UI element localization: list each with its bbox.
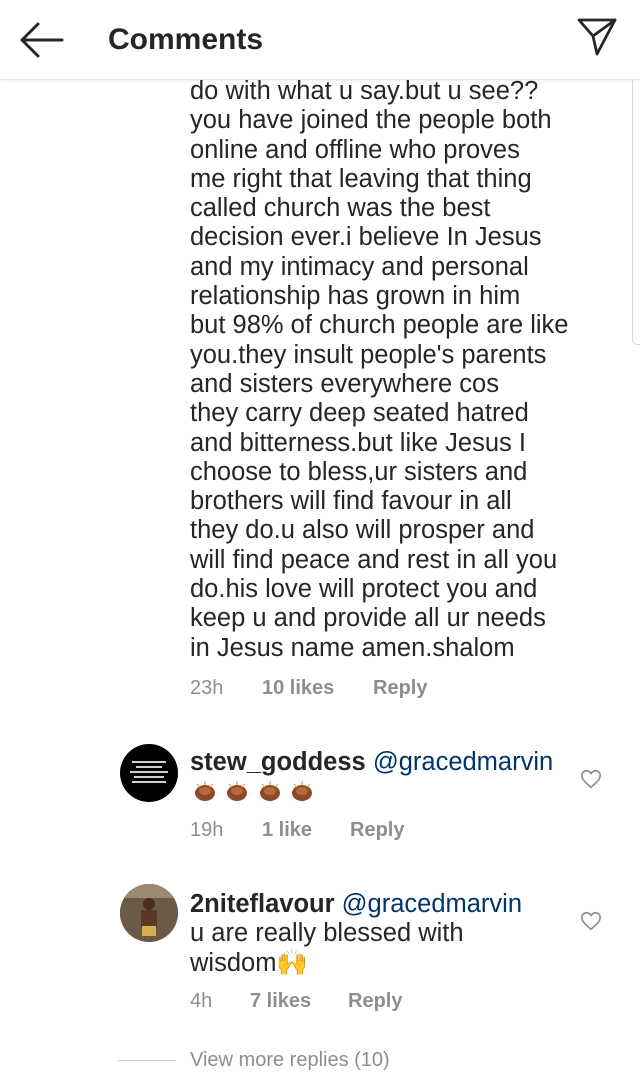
comment-line: brothers will find favour in all bbox=[190, 487, 512, 516]
comment-time: 19h bbox=[190, 819, 224, 841]
comment-line: keep u and provide all ur needs bbox=[190, 604, 546, 633]
praying-hands-icon bbox=[195, 781, 215, 801]
comment-line: they carry deep seated hatred bbox=[190, 399, 529, 428]
comment-line: wisdom🙌 bbox=[190, 948, 309, 977]
comment-line: online and offline who proves bbox=[190, 135, 520, 164]
praying-hands-icon bbox=[259, 781, 280, 801]
reply-button[interactable]: Reply bbox=[373, 677, 427, 700]
comment-line: do.his love will protect you and bbox=[190, 575, 538, 604]
heart-icon bbox=[581, 769, 601, 789]
avatar[interactable] bbox=[120, 744, 178, 802]
praying-hands-emoji-row bbox=[192, 778, 317, 806]
comment-time: 4h bbox=[190, 990, 213, 1012]
comment-time: 23h bbox=[190, 677, 224, 699]
avatar-image bbox=[120, 884, 178, 942]
comment-line: decision ever.i believe In Jesus bbox=[190, 223, 542, 252]
comment-username[interactable]: stew_goddess bbox=[190, 748, 366, 776]
comment-line: u are really blessed with bbox=[190, 919, 464, 948]
page-title: Comments bbox=[108, 23, 264, 56]
like-button[interactable] bbox=[580, 910, 602, 932]
comment-line: in Jesus name amen.shalom bbox=[190, 633, 515, 662]
comment-line: called church was the best bbox=[190, 194, 491, 223]
reply-button[interactable]: Reply bbox=[348, 990, 402, 1013]
comment-line: and bitterness.but like Jesus I bbox=[190, 428, 526, 457]
comment-line: will find peace and rest in all you bbox=[190, 545, 558, 574]
header-bar: Comments bbox=[0, 0, 640, 80]
comment-line: relationship has grown in him bbox=[190, 282, 521, 311]
mention-link[interactable]: @gracedmarvin bbox=[373, 748, 553, 776]
arrow-left-icon bbox=[20, 22, 64, 58]
scrollbar[interactable] bbox=[632, 80, 640, 345]
comment-line: you.they insult people's parents bbox=[190, 340, 547, 369]
comment-line: choose to bless,ur sisters and bbox=[190, 457, 528, 486]
replies-divider bbox=[118, 1060, 176, 1061]
paper-plane-icon bbox=[577, 18, 617, 56]
comment-line: do with what u say.but u see?? bbox=[190, 77, 539, 105]
comment-text: do with what u say.but u see?? you have … bbox=[190, 77, 569, 663]
comment-line: and sisters everywhere cos bbox=[190, 369, 499, 398]
back-button[interactable] bbox=[18, 20, 66, 60]
praying-hands-icon bbox=[292, 781, 313, 801]
praying-hands-icon bbox=[227, 781, 248, 801]
comment-line: but 98% of church people are like bbox=[190, 311, 569, 340]
likes-count[interactable]: 7 likes bbox=[250, 990, 311, 1013]
avatar-image bbox=[130, 761, 168, 783]
comment-line: and my intimacy and personal bbox=[190, 252, 529, 281]
comment-text: stew_goddess @gracedmarvin bbox=[190, 748, 553, 777]
comment-line: you have joined the people both bbox=[190, 106, 552, 135]
like-button[interactable] bbox=[580, 768, 602, 790]
likes-count[interactable]: 1 like bbox=[262, 819, 312, 842]
view-more-replies-button[interactable]: View more replies (10) bbox=[190, 1049, 390, 1072]
avatar[interactable] bbox=[120, 884, 178, 942]
heart-icon bbox=[581, 911, 601, 931]
comment-username[interactable]: 2niteflavour bbox=[190, 890, 335, 918]
comment-line: me right that leaving that thing bbox=[190, 164, 532, 193]
reply-button[interactable]: Reply bbox=[350, 819, 404, 842]
mention-link[interactable]: @gracedmarvin bbox=[342, 890, 522, 918]
comment-text: 2niteflavour @gracedmarvin u are really … bbox=[190, 890, 522, 978]
share-button[interactable] bbox=[576, 16, 618, 58]
likes-count[interactable]: 10 likes bbox=[262, 677, 334, 700]
comment-line: they do.u also will prosper and bbox=[190, 516, 535, 545]
